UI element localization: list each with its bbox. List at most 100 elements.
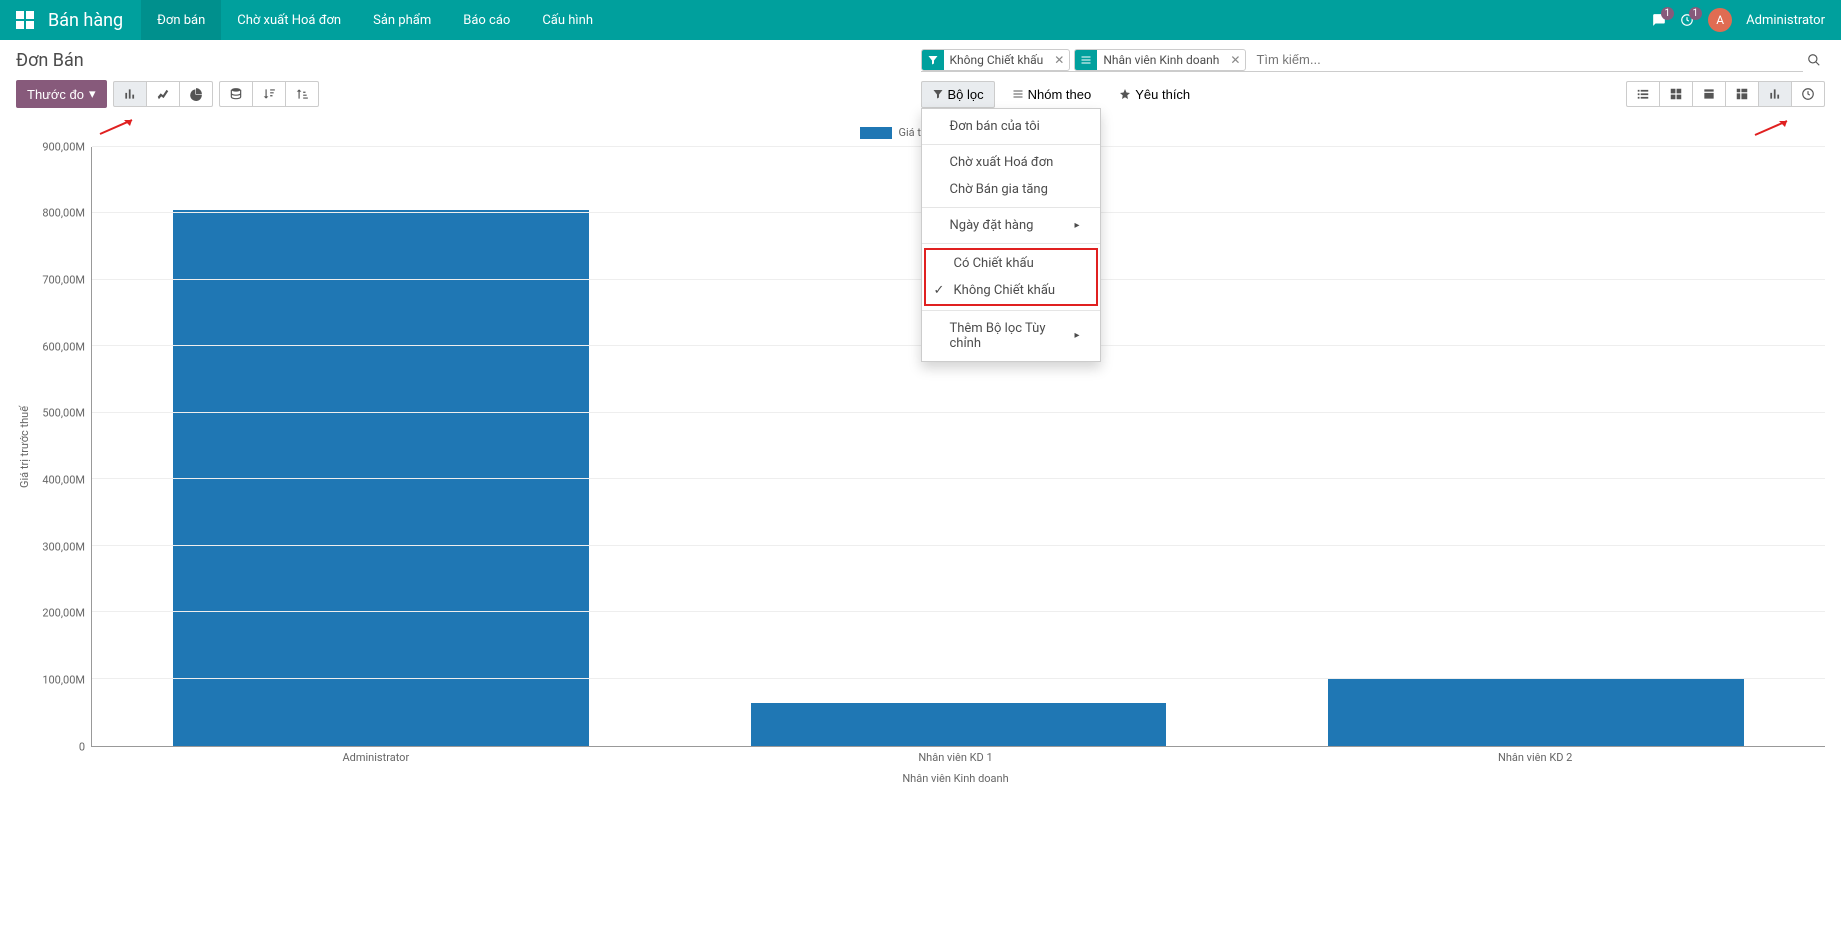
search-icon[interactable]: [1803, 49, 1825, 71]
sort-asc-icon: [295, 87, 309, 101]
star-icon: [1119, 88, 1131, 100]
filter-item-label: Ngày đặt hàng: [950, 218, 1034, 233]
search-facet-filter: Không Chiết khấu ✕: [921, 49, 1071, 71]
line-chart-icon: [156, 87, 170, 101]
chart-type-group: [113, 81, 213, 107]
pivot-view-button[interactable]: [1725, 81, 1759, 107]
activities-badge: 1: [1689, 7, 1703, 20]
facet-label: Không Chiết khấu: [944, 53, 1050, 67]
y-axis-label: Giá trị trước thuế: [16, 147, 33, 747]
menu-item-config[interactable]: Cấu hình: [526, 0, 609, 40]
user-name[interactable]: Administrator: [1746, 13, 1825, 28]
y-tick: 0: [79, 740, 85, 753]
filter-item-label: Không Chiết khấu: [954, 283, 1056, 298]
navbar-right: 1 1 A Administrator: [1652, 8, 1825, 32]
line-chart-button[interactable]: [146, 81, 180, 107]
kanban-icon: [1669, 87, 1683, 101]
facet-label: Nhân viên Kinh doanh: [1097, 53, 1225, 67]
divider: [922, 207, 1100, 208]
messages-button[interactable]: 1: [1652, 13, 1666, 27]
search-input[interactable]: [1250, 48, 1803, 71]
filter-item-order-date[interactable]: Ngày đặt hàng ▸: [922, 212, 1100, 239]
y-tick: 400,00M: [42, 473, 85, 486]
divider: [922, 243, 1100, 244]
filter-item-custom[interactable]: Thêm Bộ lọc Tùy chỉnh ▸: [922, 315, 1100, 357]
breadcrumb: Đơn Bán: [16, 50, 84, 71]
divider: [922, 310, 1100, 311]
facet-remove[interactable]: ✕: [1225, 53, 1245, 67]
y-tick: 900,00M: [42, 140, 85, 153]
filter-item-no-discount[interactable]: ✓ Không Chiết khấu: [926, 277, 1096, 304]
bar-chart-button[interactable]: [113, 81, 147, 107]
funnel-icon: [932, 88, 944, 100]
avatar[interactable]: A: [1708, 8, 1732, 32]
y-tick: 700,00M: [42, 273, 85, 286]
filter-item-upsell[interactable]: Chờ Bán gia tăng: [922, 176, 1100, 203]
messages-badge: 1: [1661, 7, 1675, 20]
x-axis-label: Nhân viên Kinh doanh: [86, 764, 1825, 785]
measures-button[interactable]: Thước đo ▾: [16, 80, 107, 108]
list-view-icon: [1636, 87, 1650, 101]
favorites-label: Yêu thích: [1135, 87, 1190, 102]
groupby-label: Nhóm theo: [1028, 87, 1092, 102]
y-tick: 600,00M: [42, 340, 85, 353]
menu-item-reports[interactable]: Báo cáo: [447, 0, 526, 40]
app-title[interactable]: Bán hàng: [48, 10, 123, 31]
apps-icon[interactable]: [16, 11, 34, 29]
menu-item-to-invoice[interactable]: Chờ xuất Hoá đơn: [221, 0, 357, 40]
groupby-button[interactable]: Nhóm theo: [1001, 81, 1103, 108]
list-icon: [1012, 88, 1024, 100]
search-bar[interactable]: Không Chiết khấu ✕ Nhân viên Kinh doanh …: [921, 48, 1804, 72]
measures-label: Thước đo: [27, 87, 84, 102]
activity-view-button[interactable]: [1791, 81, 1825, 107]
pie-chart-icon: [189, 87, 203, 101]
list-view-button[interactable]: [1626, 81, 1660, 107]
facet-remove[interactable]: ✕: [1049, 53, 1069, 67]
search-facet-groupby: Nhân viên Kinh doanh ✕: [1074, 49, 1246, 71]
x-tick: Nhân viên KD 2: [1245, 747, 1825, 764]
caret-down-icon: ▾: [89, 86, 96, 102]
search-options: Bộ lọc Đơn bán của tôi Chờ xuất Hoá đơn …: [921, 81, 1202, 108]
list-icon: [1075, 50, 1097, 70]
top-navbar: Bán hàng Đơn bán Chờ xuất Hoá đơn Sản ph…: [0, 0, 1841, 40]
pie-chart-button[interactable]: [179, 81, 213, 107]
filter-item-with-discount[interactable]: Có Chiết khấu: [926, 250, 1096, 277]
y-tick: 200,00M: [42, 607, 85, 620]
chevron-right-icon: ▸: [1074, 330, 1079, 341]
main-menu: Đơn bán Chờ xuất Hoá đơn Sản phẩm Báo cá…: [141, 0, 609, 40]
filters-label: Bộ lọc: [948, 87, 984, 102]
y-axis: 0100,00M200,00M300,00M400,00M500,00M600,…: [33, 147, 91, 747]
calendar-view-button[interactable]: [1692, 81, 1726, 107]
favorites-button[interactable]: Yêu thích: [1108, 81, 1201, 108]
chart-bar[interactable]: [1328, 679, 1744, 746]
menu-item-orders[interactable]: Đơn bán: [141, 0, 221, 40]
view-switcher: [1626, 81, 1825, 107]
filters-button[interactable]: Bộ lọc: [921, 81, 995, 108]
x-tick: Nhân viên KD 1: [666, 747, 1246, 764]
clock-icon: [1801, 87, 1815, 101]
stacked-button[interactable]: [219, 81, 253, 107]
menu-item-products[interactable]: Sản phẩm: [357, 0, 447, 40]
kanban-view-button[interactable]: [1659, 81, 1693, 107]
control-panel: Đơn Bán Không Chiết khấu ✕ Nhân viên Kin…: [0, 40, 1841, 116]
divider: [922, 144, 1100, 145]
y-tick: 500,00M: [42, 407, 85, 420]
bar-chart-icon: [123, 87, 137, 101]
funnel-icon: [922, 50, 944, 70]
calendar-icon: [1702, 87, 1716, 101]
pivot-icon: [1735, 87, 1749, 101]
filter-item-to-invoice[interactable]: Chờ xuất Hoá đơn: [922, 149, 1100, 176]
y-tick: 100,00M: [42, 673, 85, 686]
chart-options-group: [219, 81, 319, 107]
chart-bar[interactable]: [751, 703, 1167, 746]
y-tick: 800,00M: [42, 207, 85, 220]
sort-desc-button[interactable]: [252, 81, 286, 107]
filter-item-label: Thêm Bộ lọc Tùy chỉnh: [950, 321, 1075, 351]
sort-asc-button[interactable]: [285, 81, 319, 107]
legend-swatch: [860, 127, 892, 139]
filter-item-my-orders[interactable]: Đơn bán của tôi: [922, 113, 1100, 140]
chevron-right-icon: ▸: [1074, 220, 1079, 231]
activities-button[interactable]: 1: [1680, 13, 1694, 27]
graph-view-button[interactable]: [1758, 81, 1792, 107]
graph-icon: [1768, 87, 1782, 101]
